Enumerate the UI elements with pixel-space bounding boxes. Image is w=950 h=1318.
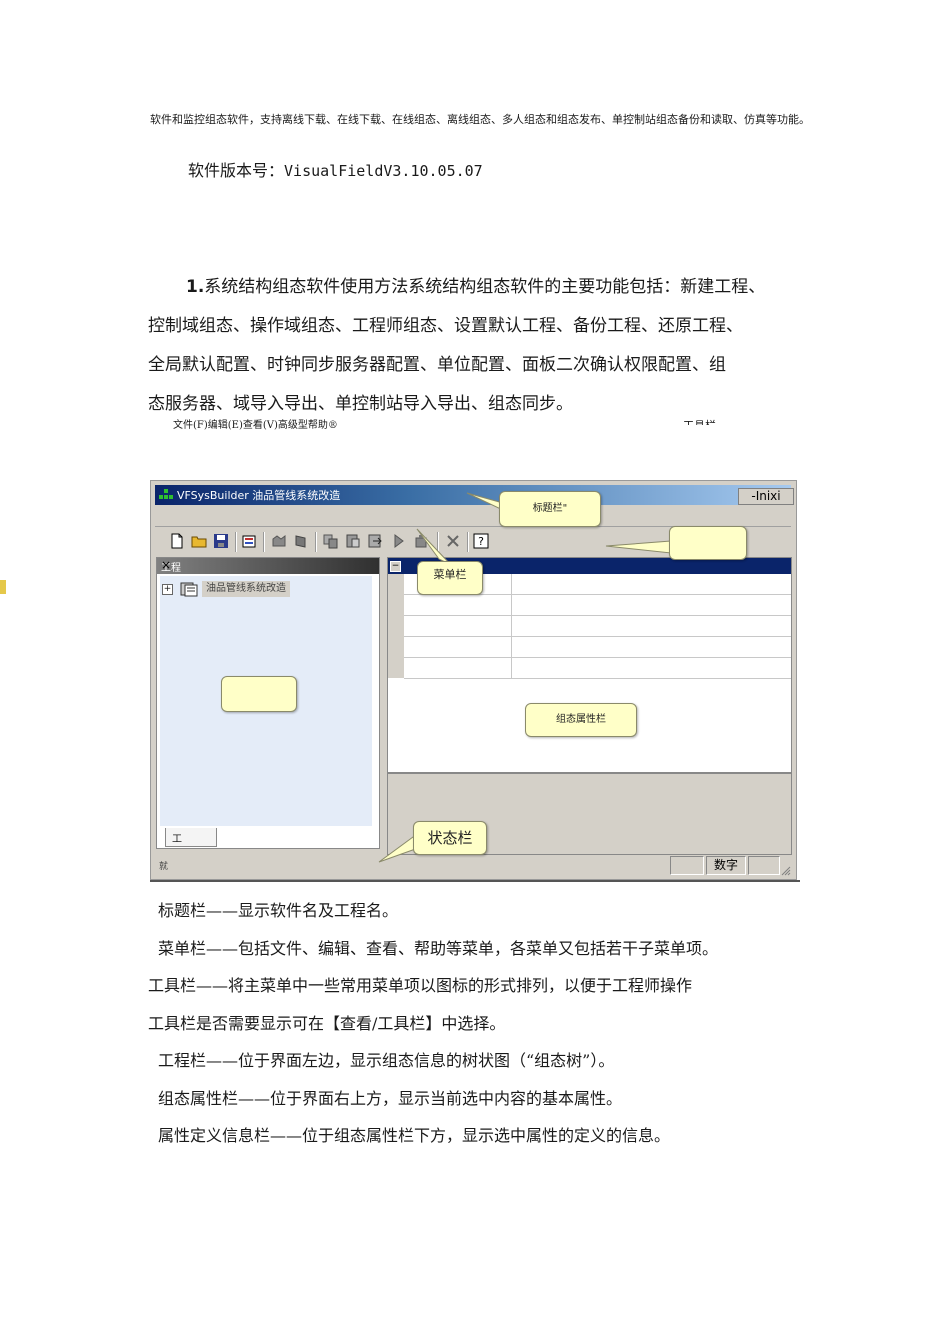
section-line-2: 控制域组态、操作域组态、工程师组态、设置默认工程、备份工程、还原工程、 <box>148 316 743 336</box>
callout-project-panel <box>221 676 297 712</box>
callout-title-bar: 标题栏" <box>499 491 601 527</box>
properties-icon[interactable] <box>241 533 257 549</box>
software-window-figure: VFSysBuilder 油品管线系统改造 -Inixi ? 工程 × + 油品… <box>150 480 797 880</box>
callout-menu-bar: 菜单栏 <box>417 561 483 595</box>
window-menubar <box>155 508 791 527</box>
control-domain-icon[interactable] <box>271 533 287 549</box>
window-titlebar: VFSysBuilder 油品管线系统改造 -Inixi <box>155 485 794 505</box>
callout-toolbar <box>669 526 747 560</box>
description-project-bar: 工程栏——位于界面左边，显示组态信息的树状图（“组态树”）。 <box>158 1051 615 1070</box>
window-statusbar: 就 数字 <box>155 855 791 876</box>
section-number: 1. <box>186 277 205 297</box>
intro-paragraph: 软件和监控组态软件，支持离线下载、在线下载、在线组态、离线组态、多人组态和组态发… <box>150 113 810 126</box>
description-toolbar: 工具栏——将主菜单中一些常用菜单项以图标的形式排列，以便于工程师操作 <box>148 976 693 995</box>
delete-icon[interactable] <box>445 533 461 549</box>
description-menu-bar: 菜单栏——包括文件、编辑、查看、帮助等菜单，各菜单又包括若干子菜单项。 <box>158 938 719 958</box>
callout-status-bar: 状态栏 <box>413 821 487 855</box>
figure-toolbar-caption: 工具栏 <box>683 417 716 425</box>
project-panel-header: 工程 × <box>157 558 379 574</box>
section-line-1: 1.系统结构组态软件使用方法系统结构组态软件的主要功能包括：新建工程、 <box>186 277 766 297</box>
description-list: 标题栏——显示软件名及工程名。 菜单栏——包括文件、编辑、查看、帮助等菜单，各菜… <box>148 892 838 1155</box>
help-icon[interactable]: ? <box>473 533 489 549</box>
section-paragraph: 1.系统结构组态软件使用方法系统结构组态软件的主要功能包括：新建工程、 控制域组… <box>148 268 828 424</box>
station-icon[interactable] <box>413 533 429 549</box>
attribute-row[interactable] <box>404 616 791 637</box>
callout-config-attribute: 组态属性栏 <box>525 703 637 737</box>
section-line-3: 全局默认配置、时钟同步服务器配置、单位配置、面板二次确认权限配置、组 <box>148 355 726 375</box>
figure-bottom-rule <box>150 880 800 882</box>
version-label: 软件版本号： <box>188 161 285 180</box>
description-attribute-definition: 属性定义信息栏——位于组态属性栏下方，显示选中属性的定义的信息。 <box>158 1126 671 1145</box>
attribute-grid-gutter <box>388 574 404 678</box>
description-title-bar: 标题栏——显示软件名及工程名。 <box>158 901 399 920</box>
app-logo-icon <box>159 489 173 501</box>
new-file-icon[interactable] <box>169 533 185 549</box>
collapse-icon[interactable]: − <box>390 561 401 572</box>
status-cell <box>670 856 704 875</box>
window-controls[interactable]: -Inixi <box>738 488 794 505</box>
svg-text:?: ? <box>478 535 484 548</box>
attribute-row[interactable] <box>404 595 791 616</box>
paste-icon[interactable] <box>345 533 361 549</box>
window-app-name: VFSysBuilder 油品管线系统改造 <box>177 489 341 501</box>
project-tab[interactable]: 工 <box>165 828 217 847</box>
description-config-attribute: 组态属性栏——位于界面右上方，显示当前选中内容的基本属性。 <box>158 1088 623 1108</box>
attribute-row[interactable] <box>404 637 791 658</box>
close-icon[interactable]: × <box>161 558 376 572</box>
project-node-icon <box>180 581 198 600</box>
software-version: 软件版本号：VisualFieldV3.10.05.07 <box>188 157 483 181</box>
tree-node-label: 油品管线系统改造 <box>202 581 290 597</box>
expand-icon[interactable]: + <box>162 584 173 595</box>
status-cell <box>748 856 780 875</box>
status-num-indicator: 数字 <box>706 856 746 875</box>
export-icon[interactable] <box>367 533 383 549</box>
description-toolbar-visibility: 工具栏是否需要显示可在【查看/工具栏】中选择。 <box>148 1013 506 1033</box>
version-value: VisualFieldV3.10.05.07 <box>284 162 483 180</box>
resize-grip-icon[interactable] <box>781 861 791 880</box>
copy-icon[interactable] <box>323 533 339 549</box>
figure-menu-caption: 文件(F)编辑(E)查看(V)高级型帮助® <box>173 420 338 431</box>
margin-artifact <box>0 580 10 680</box>
margin-mark <box>0 580 6 594</box>
status-text: 就 <box>159 862 169 872</box>
operation-domain-icon[interactable] <box>293 533 309 549</box>
sync-icon[interactable] <box>391 533 407 549</box>
attribute-row[interactable] <box>404 658 791 679</box>
save-icon[interactable] <box>213 533 229 549</box>
open-folder-icon[interactable] <box>191 533 207 549</box>
